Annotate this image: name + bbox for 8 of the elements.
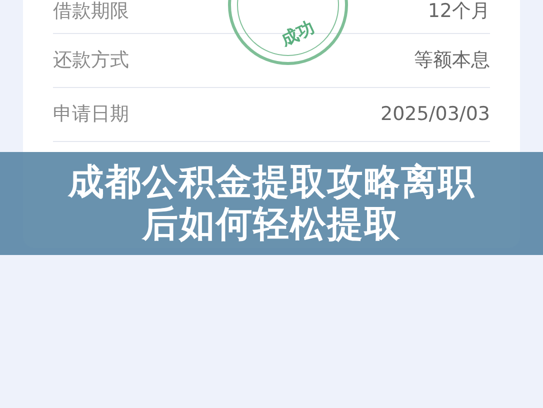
detail-value: 2025/03/03 [380, 102, 490, 128]
detail-value: 12个月 [428, 0, 490, 24]
detail-label: 还款方式 [53, 48, 129, 74]
detail-value: 等额本息 [414, 48, 490, 74]
detail-label: 借款期限 [53, 0, 129, 24]
banner-title: 成都公积金提取攻略离职后如何轻松提取 [66, 162, 476, 246]
detail-label: 申请日期 [53, 102, 129, 128]
stamp-text: 成功 [277, 17, 318, 53]
